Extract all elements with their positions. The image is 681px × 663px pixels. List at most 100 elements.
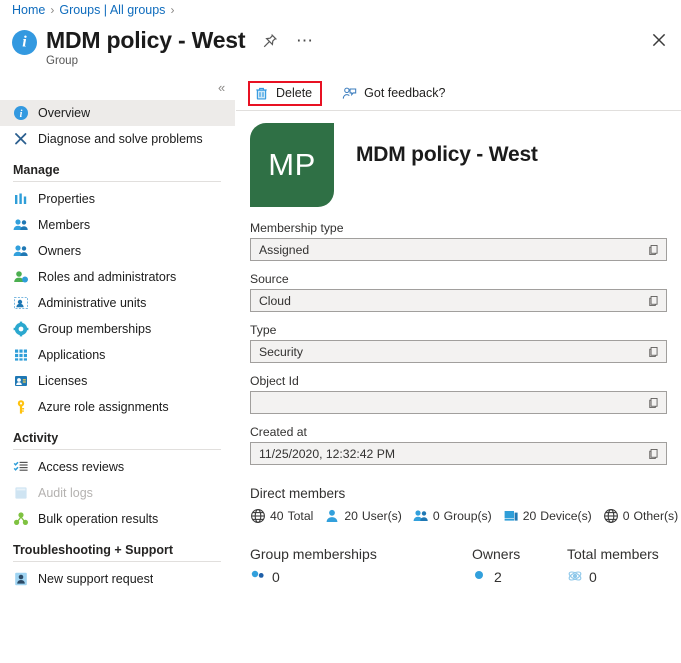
properties-form: Membership type Assigned Source Cloud Ty… — [236, 207, 681, 465]
card-total-members[interactable]: Total members 0 — [567, 546, 659, 585]
copy-icon[interactable] — [647, 243, 660, 256]
sidebar-item-label: Audit logs — [38, 486, 93, 500]
card-owners[interactable]: Owners 2 — [472, 546, 567, 585]
title-actions: ⋯ — [262, 32, 314, 49]
card-group-memberships[interactable]: Group memberships 0 — [250, 546, 472, 585]
field-value-box[interactable] — [250, 391, 667, 414]
sidebar-item-new-support-request[interactable]: New support request — [0, 566, 235, 592]
sidebar-item-label: Azure role assignments — [38, 400, 169, 414]
wrench-icon — [13, 131, 29, 147]
sidebar-item-properties[interactable]: Properties — [0, 186, 235, 212]
sidebar-item-label: Bulk operation results — [38, 512, 159, 526]
stat-label: Group(s) — [443, 509, 492, 523]
copy-icon[interactable] — [647, 345, 660, 358]
user-icon — [324, 508, 340, 524]
breadcrumb-separator-icon: › — [50, 3, 55, 17]
stat-label: Total — [287, 509, 314, 523]
sidebar-item-label: Properties — [38, 192, 95, 206]
sidebar-item-administrative-units[interactable]: Administrative units — [0, 290, 235, 316]
stat-others[interactable]: 0 Other(s) — [603, 508, 678, 524]
sidebar-item-owners[interactable]: Owners — [0, 238, 235, 264]
stat-users[interactable]: 20 User(s) — [324, 508, 402, 524]
sidebar-item-bulk-operation-results[interactable]: Bulk operation results — [0, 506, 235, 532]
copy-icon[interactable] — [647, 447, 660, 460]
field-value-box[interactable]: Assigned — [250, 238, 667, 261]
sidebar-item-label: Licenses — [38, 374, 88, 388]
sidebar-item-access-reviews[interactable]: Access reviews — [0, 454, 235, 480]
sidebar-item-label: New support request — [38, 572, 154, 586]
close-icon[interactable] — [650, 31, 668, 49]
field-source: Source Cloud — [250, 272, 667, 312]
sidebar-item-applications[interactable]: Applications — [0, 342, 235, 368]
members-icon — [13, 217, 29, 233]
sidebar-item-label: Group memberships — [38, 322, 152, 336]
stat-devices[interactable]: 20 Device(s) — [503, 508, 592, 524]
card-title: Total members — [567, 546, 659, 562]
breadcrumb-item-groups[interactable]: Groups | All groups — [59, 3, 165, 17]
ellipsis-icon[interactable]: ⋯ — [296, 32, 314, 49]
sidebar-item-overview[interactable]: i Overview — [0, 100, 235, 126]
blade-title-row: MDM policy - West Group — [12, 26, 246, 67]
sidebar-item-label: Access reviews — [38, 460, 125, 474]
stat-label: User(s) — [361, 509, 402, 523]
sidebar-item-azure-role-assignments[interactable]: Azure role assignments — [0, 394, 235, 420]
pin-icon[interactable] — [262, 33, 278, 49]
sidebar-item-label: Owners — [38, 244, 82, 258]
stat-groups[interactable]: 0 Group(s) — [413, 508, 492, 524]
sidebar-item-licenses[interactable]: Licenses — [0, 368, 235, 394]
licenses-icon — [13, 373, 29, 389]
svg-text:i: i — [20, 109, 23, 120]
feedback-icon — [342, 86, 357, 101]
sidebar-item-members[interactable]: Members — [0, 212, 235, 238]
card-value-row: 0 — [567, 569, 659, 585]
page-title: MDM policy - West — [46, 27, 246, 53]
stat-count: 0 — [432, 509, 440, 523]
group-header: MP MDM policy - West — [236, 111, 681, 207]
card-value: 0 — [272, 569, 280, 585]
card-title: Owners — [472, 546, 521, 562]
field-value: Cloud — [259, 293, 291, 308]
field-value-box[interactable]: Cloud — [250, 289, 667, 312]
stat-count: 20 — [344, 509, 358, 523]
summary-cards: Group memberships 0 Owners 2 Total membe… — [236, 524, 681, 585]
delete-button[interactable]: Delete — [248, 80, 323, 106]
field-created-at: Created at 11/25/2020, 12:32:42 PM — [250, 425, 667, 465]
field-value-box[interactable]: 11/25/2020, 12:32:42 PM — [250, 442, 667, 465]
card-value-row: 2 — [472, 569, 567, 585]
stat-label: Device(s) — [540, 509, 592, 523]
copy-icon[interactable] — [647, 294, 660, 307]
copy-icon[interactable] — [647, 396, 660, 409]
trash-icon — [254, 86, 269, 101]
bulk-operations-icon — [13, 511, 29, 527]
sidebar-item-label: Applications — [38, 348, 106, 362]
globe-icon — [603, 508, 619, 524]
group-icon — [413, 508, 429, 524]
sidebar-item-diagnose-and-solve-problems[interactable]: Diagnose and solve problems — [0, 126, 235, 152]
breadcrumb: Home › Groups | All groups › — [12, 3, 174, 17]
group-dots-icon — [250, 569, 266, 585]
sidebar-item-label: Members — [38, 218, 91, 232]
sidebar-item-roles-and-administrators[interactable]: Roles and administrators — [0, 264, 235, 290]
field-value-box[interactable]: Security — [250, 340, 667, 363]
avatar: MP — [250, 123, 334, 207]
sidebar-item-group-memberships[interactable]: Group memberships — [0, 316, 235, 342]
stat-count: 20 — [522, 509, 537, 523]
main-content: Delete Got feedback? MP MDM policy - Wes… — [236, 76, 681, 663]
stat-total[interactable]: 40 Total — [250, 508, 313, 524]
title-text-block: MDM policy - West Group — [46, 26, 246, 67]
field-label: Membership type — [250, 221, 344, 235]
direct-members-section: Direct members 40 Total 20 User(s) 0 Gro… — [236, 476, 681, 524]
got-feedback-label: Got feedback? — [364, 86, 446, 100]
administrative-units-icon — [13, 295, 29, 311]
sidebar-group-title-activity: Activity — [13, 431, 59, 445]
page-subtitle: Group — [46, 55, 78, 67]
field-value: Assigned — [259, 242, 310, 257]
collapse-sidebar-icon[interactable]: « — [218, 80, 225, 95]
got-feedback-button[interactable]: Got feedback? — [336, 81, 455, 106]
card-value-row: 0 — [250, 569, 472, 585]
field-value: Security — [259, 344, 304, 359]
stat-count: 40 — [270, 509, 284, 523]
breadcrumb-item-home[interactable]: Home — [12, 3, 45, 17]
support-person-icon — [13, 571, 29, 587]
globe-icon — [250, 508, 266, 524]
